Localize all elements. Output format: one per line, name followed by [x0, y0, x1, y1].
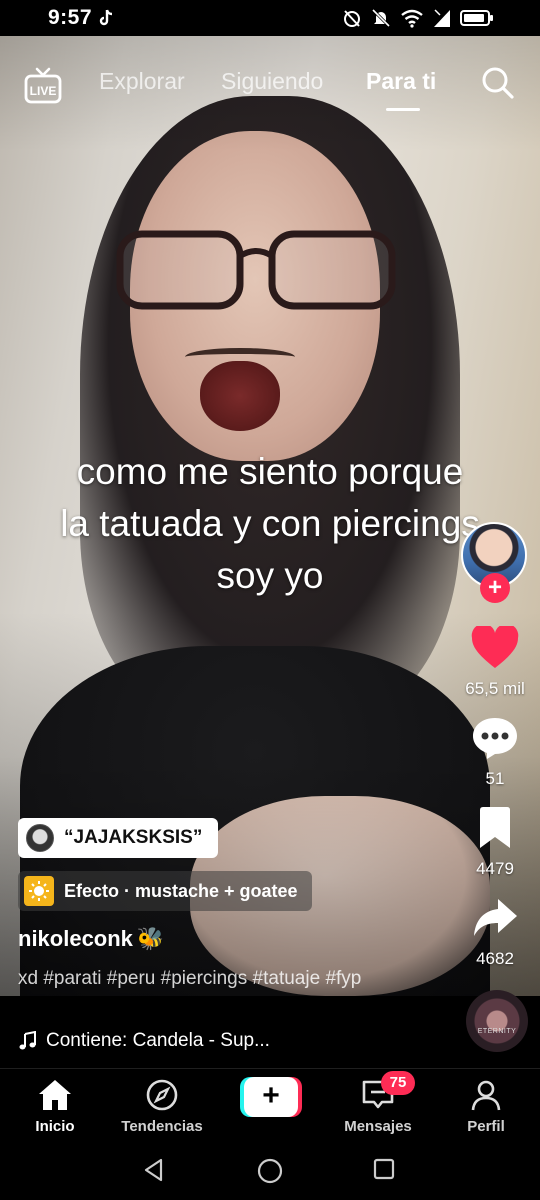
like-count: 65,5 mil	[465, 679, 525, 698]
tab-perfil[interactable]: Perfil	[431, 1077, 540, 1135]
effect-label: Efecto · mustache + goatee	[64, 880, 298, 901]
battery-icon	[460, 10, 493, 26]
original-sound-pill[interactable]: “JAJAKSKSIS”	[18, 818, 219, 858]
tab-mensajes-label: Mensajes	[344, 1118, 412, 1135]
hashtag[interactable]: #tatuaje	[253, 968, 321, 989]
signal-icon	[434, 9, 450, 27]
tab-tendencias-label: Tendencias	[121, 1118, 203, 1135]
create-button[interactable]: +	[240, 1077, 302, 1117]
live-icon[interactable]: LIVE	[24, 66, 62, 106]
alarm-off-icon	[344, 10, 360, 27]
music-disc[interactable]: ETERNITY	[466, 990, 528, 1052]
tab-para-ti[interactable]: Para ti	[366, 68, 436, 95]
video-caption: como me siento porque la tatuada y con p…	[60, 451, 480, 596]
save-button[interactable]: 4479	[455, 806, 535, 879]
music-text: Contiene: Candela - Sup...	[46, 1030, 270, 1051]
hashtag[interactable]: #piercings	[161, 968, 248, 989]
status-bar: 9:57	[0, 0, 540, 36]
mute-icon	[371, 8, 391, 28]
effect-icon	[24, 876, 54, 906]
tab-inicio-label: Inicio	[35, 1118, 75, 1135]
compass-icon	[146, 1079, 178, 1111]
comment-icon	[473, 718, 517, 759]
music-disc-label: ETERNITY	[477, 1028, 517, 1035]
back-icon[interactable]	[142, 1158, 166, 1182]
description-text: xd	[18, 968, 39, 989]
tab-inicio[interactable]: Inicio	[0, 1077, 110, 1135]
plus-icon: +	[244, 1077, 298, 1117]
home-icon	[39, 1080, 71, 1110]
author-username[interactable]: nikoleconk	[18, 926, 133, 952]
sound-thumbnail	[26, 824, 54, 852]
status-time: 9:57	[48, 6, 93, 29]
tab-explorar[interactable]: Explorar	[99, 68, 185, 95]
tiktok-icon	[99, 9, 113, 26]
share-count: 4682	[476, 949, 514, 968]
messages-badge: 75	[381, 1071, 415, 1095]
wifi-icon	[401, 9, 423, 28]
status-icons	[342, 8, 494, 28]
author-emoji: 🐝	[136, 926, 165, 951]
music-info[interactable]: Contiene: Candela - Sup...	[18, 1030, 270, 1052]
top-nav: LIVE Explorar Siguiendo Para ti	[0, 56, 540, 116]
share-button[interactable]: 4682	[455, 896, 535, 969]
tab-mensajes[interactable]: Mensajes	[323, 1077, 433, 1135]
search-icon[interactable]	[480, 65, 516, 101]
follow-button[interactable]: +	[480, 573, 510, 603]
status-time-group: 9:57	[48, 6, 114, 30]
comment-button[interactable]: 51	[455, 716, 535, 789]
hashtag[interactable]: #parati	[43, 968, 101, 989]
tab-perfil-label: Perfil	[467, 1118, 505, 1135]
comment-count: 51	[485, 769, 505, 788]
sound-pill-label: “JAJAKSKSIS”	[64, 827, 203, 848]
tab-siguiendo[interactable]: Siguiendo	[221, 68, 323, 95]
profile-icon	[471, 1080, 501, 1111]
recents-icon[interactable]	[373, 1158, 395, 1180]
active-tab-indicator	[386, 108, 420, 111]
tab-tendencias[interactable]: Tendencias	[107, 1077, 217, 1135]
like-button[interactable]: 65,5 mil	[455, 623, 535, 699]
live-label: LIVE	[30, 84, 57, 98]
home-nav-icon[interactable]	[257, 1158, 283, 1184]
author-username-row[interactable]: nikoleconk 🐝	[18, 926, 164, 952]
hashtag[interactable]: #peru	[107, 968, 156, 989]
share-icon	[474, 899, 517, 936]
music-note-icon	[19, 1031, 36, 1050]
video-description: xd #parati #peru #piercings #tatuaje #fy…	[18, 964, 438, 993]
hashtag[interactable]: #fyp	[325, 968, 361, 989]
effect-pill[interactable]: Efecto · mustache + goatee	[18, 871, 312, 911]
save-count: 4479	[476, 859, 514, 878]
heart-icon	[471, 623, 519, 668]
bookmark-icon	[480, 807, 510, 848]
system-navigation-bar	[0, 1138, 540, 1200]
